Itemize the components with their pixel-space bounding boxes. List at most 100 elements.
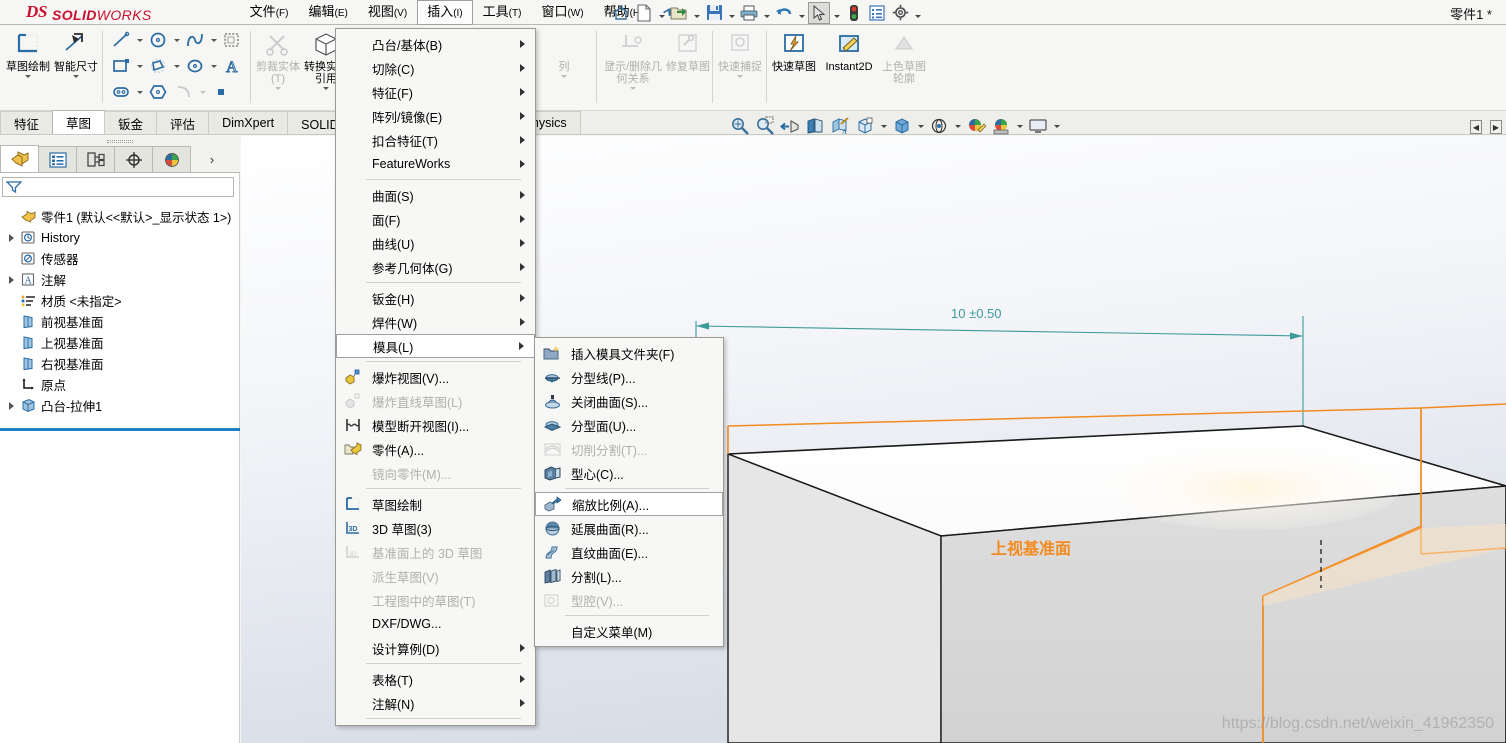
display-manager-tab[interactable] (152, 146, 191, 172)
save-caret[interactable] (726, 2, 737, 24)
shaded-sketch-contours-button[interactable]: 上色草图轮廓 (880, 27, 928, 85)
apply-scene-caret[interactable] (1014, 114, 1025, 138)
menu-file[interactable]: 文件(F) (240, 0, 299, 25)
view-display-caret[interactable] (1051, 114, 1062, 138)
line-caret[interactable] (134, 28, 145, 52)
scroll-left-arrow[interactable]: ◀ (1470, 120, 1482, 134)
tree-item-history[interactable]: History (0, 227, 240, 248)
menu-edit[interactable]: 编辑(E) (298, 0, 357, 25)
quick-snaps-button[interactable]: 快速捕捉 (716, 27, 764, 78)
sketch-dropdown-caret[interactable] (25, 75, 31, 78)
tree-item-right-plane[interactable]: 右视基准面 (0, 353, 240, 374)
ellipse-icon[interactable] (182, 54, 208, 78)
dimxpert-manager-tab[interactable] (114, 146, 153, 172)
display-style-icon[interactable] (853, 114, 877, 138)
hide-show-items-icon[interactable] (890, 114, 914, 138)
rectangle-caret[interactable] (134, 54, 145, 78)
tab-features[interactable]: 特征 (0, 111, 54, 134)
menu-view[interactable]: 视图(V) (358, 0, 417, 25)
save-icon[interactable] (703, 2, 725, 24)
tab-sheet-metal[interactable]: 钣金 (104, 111, 158, 134)
print-caret[interactable] (761, 2, 772, 24)
smart-dimension-caret[interactable] (73, 75, 79, 78)
submenu-item-cavity[interactable]: 型腔(V)... (535, 588, 723, 612)
instant2d-button[interactable]: Instant2D (818, 27, 880, 73)
tree-item-origin[interactable]: 原点 (0, 374, 240, 395)
submenu-item-scale[interactable]: 缩放比例(A)... (535, 492, 723, 516)
menu-item-explode-line-sketch[interactable]: 爆炸直线草图(L) (336, 389, 535, 413)
section-view-icon[interactable] (803, 114, 827, 138)
view-settings-caret[interactable] (952, 114, 963, 138)
submenu-item-shut-off-surface[interactable]: 关闭曲面(S)... (535, 389, 723, 413)
rebuild-icon[interactable] (843, 2, 865, 24)
text-A-icon[interactable]: A (219, 54, 245, 78)
menu-item-dxf-dwg[interactable]: DXF/DWG... (336, 612, 535, 636)
menu-item-face[interactable]: 面(F) (336, 207, 535, 231)
submenu-item-parting-surface[interactable]: 分型面(U)... (535, 413, 723, 437)
print-icon[interactable] (738, 2, 760, 24)
tab-evaluate[interactable]: 评估 (156, 111, 210, 134)
tree-item-sensors[interactable]: 传感器 (0, 248, 240, 269)
menu-item-reference-geometry[interactable]: 参考几何体(G) (336, 255, 535, 279)
trim-entities-button[interactable]: 剪裁实体(T) (254, 27, 302, 90)
submenu-item-ruled-surface[interactable]: 直纹曲面(E)... (535, 540, 723, 564)
menu-window[interactable]: 窗口(W) (531, 0, 593, 25)
slot-icon[interactable] (108, 80, 134, 104)
spline-caret[interactable] (208, 28, 219, 52)
convert-entities-caret[interactable] (323, 87, 329, 90)
submenu-item-split[interactable]: 分割(L)... (535, 564, 723, 588)
menu-item-weldments[interactable]: 焊件(W) (336, 310, 535, 334)
linear-pattern-caret[interactable] (561, 75, 567, 78)
submenu-item-insert-mold-folder[interactable]: 插入模具文件夹(F) (535, 341, 723, 365)
panel-more-tabs-button[interactable]: › (200, 146, 224, 172)
home-icon[interactable] (610, 2, 632, 24)
trim-entities-caret[interactable] (275, 87, 281, 90)
menu-item-3d-sketch[interactable]: 3D 3D 草图(3) (336, 516, 535, 540)
tree-item-boss-extrude1[interactable]: 凸台-拉伸1 (0, 395, 240, 416)
feature-filter-input[interactable] (2, 177, 234, 197)
tree-expander[interactable] (4, 233, 18, 242)
sketch-pattern-icon[interactable] (219, 28, 245, 52)
scroll-right-arrow[interactable]: ▶ (1490, 120, 1502, 134)
point-icon[interactable] (208, 80, 234, 104)
menu-item-boss-base[interactable]: 凸台/基体(B) (336, 32, 535, 56)
menu-item-fastening-features[interactable]: 扣合特征(T) (336, 128, 535, 152)
circle-caret[interactable] (171, 28, 182, 52)
rectangle-icon[interactable] (108, 54, 134, 78)
tab-dimxpert[interactable]: DimXpert (208, 111, 289, 134)
quick-snaps-caret[interactable] (737, 75, 743, 78)
menu-item-design-study[interactable]: 设计算例(D) (336, 636, 535, 660)
line-icon[interactable] (108, 28, 134, 52)
menu-item-exploded-view[interactable]: 爆炸视图(V)... (336, 365, 535, 389)
repair-sketch-button[interactable]: 修复草图 (664, 27, 712, 73)
relations-caret[interactable] (630, 87, 636, 90)
fillet-icon[interactable] (171, 80, 197, 104)
linear-pattern-button[interactable]: 列 (540, 27, 588, 78)
menu-item-features[interactable]: 特征(F) (336, 80, 535, 104)
tree-expander[interactable] (4, 401, 18, 410)
display-style-caret[interactable] (878, 114, 889, 138)
circle-icon[interactable] (145, 28, 171, 52)
menu-item-cut[interactable]: 切除(C) (336, 56, 535, 80)
select-cursor-icon[interactable] (808, 1, 830, 24)
view-settings-icon[interactable] (927, 114, 951, 138)
options-list-icon[interactable] (866, 2, 888, 24)
previous-view-icon[interactable] (778, 114, 802, 138)
slot-caret[interactable] (134, 80, 145, 104)
zoom-to-area-icon[interactable] (753, 114, 777, 138)
zoom-to-fit-icon[interactable] (728, 114, 752, 138)
submenu-item-customize-menu[interactable]: 自定义菜单(M) (535, 619, 723, 643)
feature-manager-tab[interactable] (0, 145, 39, 172)
menu-item-tables[interactable]: 表格(T) (336, 667, 535, 691)
tree-item-material[interactable]: 材质 <未指定> (0, 290, 240, 311)
edit-appearance-icon[interactable] (964, 114, 988, 138)
menu-item-surface[interactable]: 曲面(S) (336, 183, 535, 207)
display-delete-relations-button[interactable]: 显示/删除几何关系 (602, 27, 664, 90)
open-folder-icon[interactable] (668, 2, 690, 24)
menu-item-model-break-view[interactable]: 模型断开视图(I)... (336, 413, 535, 437)
menu-insert[interactable]: 插入(I) (417, 0, 473, 25)
spline-icon[interactable] (182, 28, 208, 52)
settings-gear-icon[interactable] (889, 2, 911, 24)
menu-item-mirror-part[interactable]: 镜向零件(M)... (336, 461, 535, 485)
menu-item-featureworks[interactable]: FeatureWorks (336, 152, 535, 176)
